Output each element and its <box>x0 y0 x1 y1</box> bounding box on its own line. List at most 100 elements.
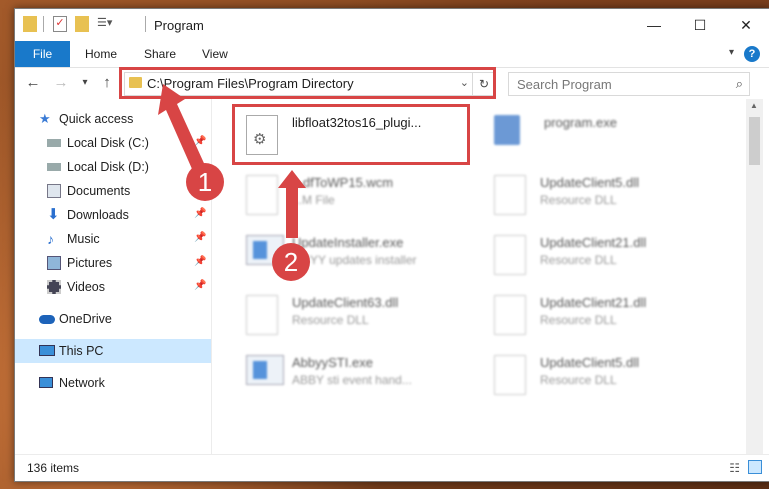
list-item[interactable]: UpdateClient21.dll Resource DLL <box>482 227 722 283</box>
search-icon[interactable]: ⌕ <box>736 76 743 92</box>
sidebar-item-this-pc[interactable]: This PC <box>15 339 211 363</box>
sidebar-item-label: Local Disk (C:) <box>67 136 149 150</box>
ribbon: File Home Share View ▾ ? <box>15 41 769 68</box>
recent-locations-icon[interactable]: ▾ <box>75 73 95 93</box>
file-name: UpdateClient63.dll <box>292 295 399 310</box>
list-item[interactable]: UpdateClient5.dll Resource DLL <box>482 167 722 223</box>
sidebar-item-documents[interactable]: Documents <box>15 179 211 203</box>
pin-icon: 📌 <box>194 136 207 147</box>
sidebar-item-local-disk-c[interactable]: Local Disk (C:) 📌 <box>15 131 211 155</box>
dll-file-icon <box>494 235 526 275</box>
file-type: Resource DLL <box>540 373 617 387</box>
status-bar: 136 items ☷ <box>15 454 769 481</box>
help-icon[interactable]: ? <box>744 46 760 62</box>
customize-toolbar-icon[interactable]: ☰▾ <box>97 16 117 32</box>
sidebar-item-label: Music <box>67 232 100 246</box>
step-2-badge: 2 <box>272 243 310 281</box>
list-item[interactable]: UpdateClient5.dll Resource DLL <box>482 347 722 403</box>
star-icon: ★ <box>39 111 51 126</box>
file-name: AbbyySTI.exe <box>292 355 373 370</box>
properties-icon[interactable]: ✓ <box>53 16 67 32</box>
tab-file[interactable]: File <box>15 41 70 67</box>
sidebar-item-label: OneDrive <box>59 312 112 326</box>
file-type: ...M File <box>292 193 335 207</box>
pin-icon: 📌 <box>194 256 207 267</box>
sidebar-item-videos[interactable]: Videos 📌 <box>15 275 211 299</box>
sidebar-item-label: Quick access <box>59 112 134 126</box>
file-type: ...BYY updates installer <box>292 253 417 267</box>
disk-icon <box>47 139 61 147</box>
chevron-down-icon[interactable]: ▾ <box>729 47 734 58</box>
exe-file-icon <box>246 355 284 385</box>
sidebar-item-downloads[interactable]: ⬇ Downloads 📌 <box>15 203 211 227</box>
close-button[interactable]: ✕ <box>723 9 769 41</box>
tab-home[interactable]: Home <box>85 41 117 67</box>
pin-icon: 📌 <box>194 208 207 219</box>
sidebar-item-network[interactable]: Network <box>15 371 211 395</box>
music-icon: ♪ <box>47 231 54 247</box>
cloud-icon <box>39 315 55 324</box>
search-input[interactable]: Search Program ⌕ <box>508 72 750 96</box>
back-arrow-icon[interactable]: ← <box>23 73 43 93</box>
sidebar-item-music[interactable]: ♪ Music 📌 <box>15 227 211 251</box>
sidebar-item-onedrive[interactable]: OneDrive <box>15 307 211 331</box>
minimize-button[interactable]: — <box>631 9 677 41</box>
new-folder-icon[interactable] <box>75 16 89 32</box>
search-placeholder: Search Program <box>517 77 612 92</box>
disk-icon <box>47 163 61 171</box>
sidebar-item-label: Network <box>59 376 105 390</box>
file-name: program.exe <box>544 115 617 130</box>
dll-file-icon <box>246 295 278 335</box>
sidebar-item-local-disk-d[interactable]: Local Disk (D:) <box>15 155 211 179</box>
item-count: 136 items <box>27 461 80 475</box>
sidebar-item-label: Videos <box>67 280 105 294</box>
dll-file-icon <box>494 295 526 335</box>
list-item[interactable]: ...dfToWP15.wcm ...M File <box>234 167 474 223</box>
pin-icon: 📌 <box>194 280 207 291</box>
download-icon: ⬇ <box>47 206 60 223</box>
large-icons-view-icon[interactable] <box>748 460 762 474</box>
sidebar-item-pictures[interactable]: Pictures 📌 <box>15 251 211 275</box>
file-name: UpdateClient5.dll <box>540 355 640 370</box>
file-name: UpdateClient5.dll <box>540 175 640 190</box>
file-type: Resource DLL <box>540 193 617 207</box>
pictures-icon <box>47 256 61 270</box>
divider <box>43 16 44 32</box>
navigation-pane: ★ Quick access Local Disk (C:) 📌 Local D… <box>15 99 212 454</box>
vertical-scrollbar[interactable]: ▲ <box>746 99 763 454</box>
sidebar-item-label: Documents <box>67 184 131 198</box>
file-type: Resource DLL <box>540 253 617 267</box>
file-name: UpdateClient21.dll <box>540 235 647 250</box>
scrollbar-thumb[interactable] <box>749 117 760 165</box>
list-item[interactable]: UpdateInstaller.exe ...BYY updates insta… <box>234 227 474 283</box>
tab-view[interactable]: View <box>202 41 228 67</box>
network-icon <box>39 377 53 388</box>
up-arrow-icon[interactable]: ↑ <box>97 73 117 93</box>
step-1-badge: 1 <box>186 163 224 201</box>
sidebar-item-label: Local Disk (D:) <box>67 160 149 174</box>
address-highlight-box <box>119 67 496 99</box>
list-item[interactable]: UpdateClient21.dll Resource DLL <box>482 287 722 343</box>
file-icon <box>246 175 278 215</box>
forward-arrow-icon[interactable]: → <box>51 73 71 93</box>
details-view-icon[interactable]: ☷ <box>729 461 740 475</box>
videos-icon <box>47 280 61 294</box>
sidebar-item-label: Pictures <box>67 256 113 270</box>
scroll-up-icon[interactable]: ▲ <box>750 101 758 110</box>
sidebar-item-label: Downloads <box>67 208 129 222</box>
dll-file-icon <box>494 355 526 395</box>
sidebar-item-label: This PC <box>59 344 104 358</box>
divider <box>145 16 146 32</box>
sidebar-item-quick-access[interactable]: ★ Quick access <box>15 107 211 131</box>
window-title: Program <box>154 18 204 33</box>
maximize-button[interactable]: ☐ <box>677 9 723 41</box>
list-item[interactable]: UpdateClient63.dll Resource DLL <box>234 287 474 343</box>
computer-icon <box>39 345 55 356</box>
file-type: Resource DLL <box>540 313 617 327</box>
list-item[interactable]: AbbyySTI.exe ABBY sti event hand... <box>234 347 474 403</box>
folder-icon <box>23 16 37 32</box>
tab-share[interactable]: Share <box>144 41 176 67</box>
file-name: UpdateClient21.dll <box>540 295 647 310</box>
exe-file-icon <box>494 115 520 145</box>
list-item[interactable]: program.exe <box>482 107 722 163</box>
